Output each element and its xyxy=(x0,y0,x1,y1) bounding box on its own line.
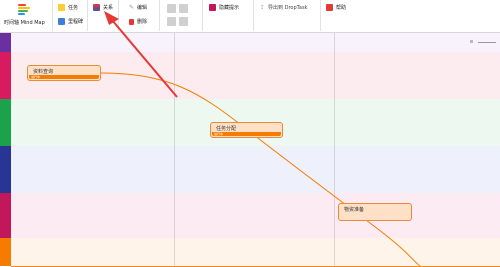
hint-icon xyxy=(209,4,216,11)
task-node[interactable]: 资料查询 进行中 xyxy=(27,65,101,81)
delete-button[interactable]: 删除 xyxy=(129,18,147,25)
milestone-icon xyxy=(58,18,65,25)
help-label: 帮助 xyxy=(336,5,347,11)
export-icon: ⇪ xyxy=(260,4,266,11)
edit-button[interactable]: ✎ 编辑 xyxy=(129,4,147,11)
app-brand: 时间轴 Mind Map xyxy=(0,0,53,31)
connect-group: 关系 xyxy=(88,0,119,31)
toolbar: 时间轴 Mind Map 任务 里程碑 关系 ✎ 编辑 删除 隐藏提示 ⇪ 导出… xyxy=(0,0,500,33)
task-node-label: 物资准备 xyxy=(344,207,365,213)
delete-label: 删除 xyxy=(137,19,148,25)
connect-button[interactable]: 关系 xyxy=(93,4,113,11)
help-icon xyxy=(326,4,333,11)
format-icon[interactable] xyxy=(167,17,176,26)
export-button[interactable]: ⇪ 导出到 DropTask xyxy=(260,4,307,11)
progress-bar: 进行中 xyxy=(212,132,281,136)
relation-icon xyxy=(93,4,100,11)
task-icon xyxy=(58,4,65,11)
format-group xyxy=(160,0,203,31)
task-node[interactable]: 任务分配 进行中 xyxy=(210,122,283,138)
timeline-canvas[interactable]: 资料查询 进行中 任务分配 进行中 物资准备 xyxy=(0,33,500,267)
export-group: ⇪ 导出到 DropTask xyxy=(254,0,321,31)
format-icon[interactable] xyxy=(179,4,188,13)
milestone-button[interactable]: 里程碑 xyxy=(58,18,83,25)
mindmap-logo-icon xyxy=(18,3,32,16)
edit-label: 编辑 xyxy=(137,5,148,11)
pencil-icon: ✎ xyxy=(129,4,135,11)
milestone-label: 里程碑 xyxy=(68,19,84,25)
progress-text: 进行中 xyxy=(214,132,224,136)
connect-label: 关系 xyxy=(103,5,114,11)
trash-icon xyxy=(129,18,134,25)
app-title: 时间轴 Mind Map xyxy=(4,20,45,26)
edit-group: ✎ 编辑 删除 xyxy=(119,0,160,31)
hide-hint-button[interactable]: 隐藏提示 xyxy=(209,4,239,11)
task-button[interactable]: 任务 xyxy=(58,4,78,11)
task-label: 任务 xyxy=(68,5,79,11)
progress-bar: 进行中 xyxy=(29,75,99,79)
task-node[interactable]: 物资准备 xyxy=(338,203,412,221)
hint-group: 隐藏提示 xyxy=(203,0,254,31)
progress-text: 进行中 xyxy=(31,75,41,79)
insert-group: 任务 里程碑 xyxy=(53,0,88,31)
hide-hint-label: 隐藏提示 xyxy=(219,5,240,11)
help-button[interactable]: 帮助 xyxy=(326,4,346,11)
help-group: 帮助 xyxy=(321,0,351,31)
export-label: 导出到 DropTask xyxy=(268,5,308,11)
image-icon[interactable] xyxy=(179,17,188,26)
format-icon[interactable] xyxy=(167,4,176,13)
